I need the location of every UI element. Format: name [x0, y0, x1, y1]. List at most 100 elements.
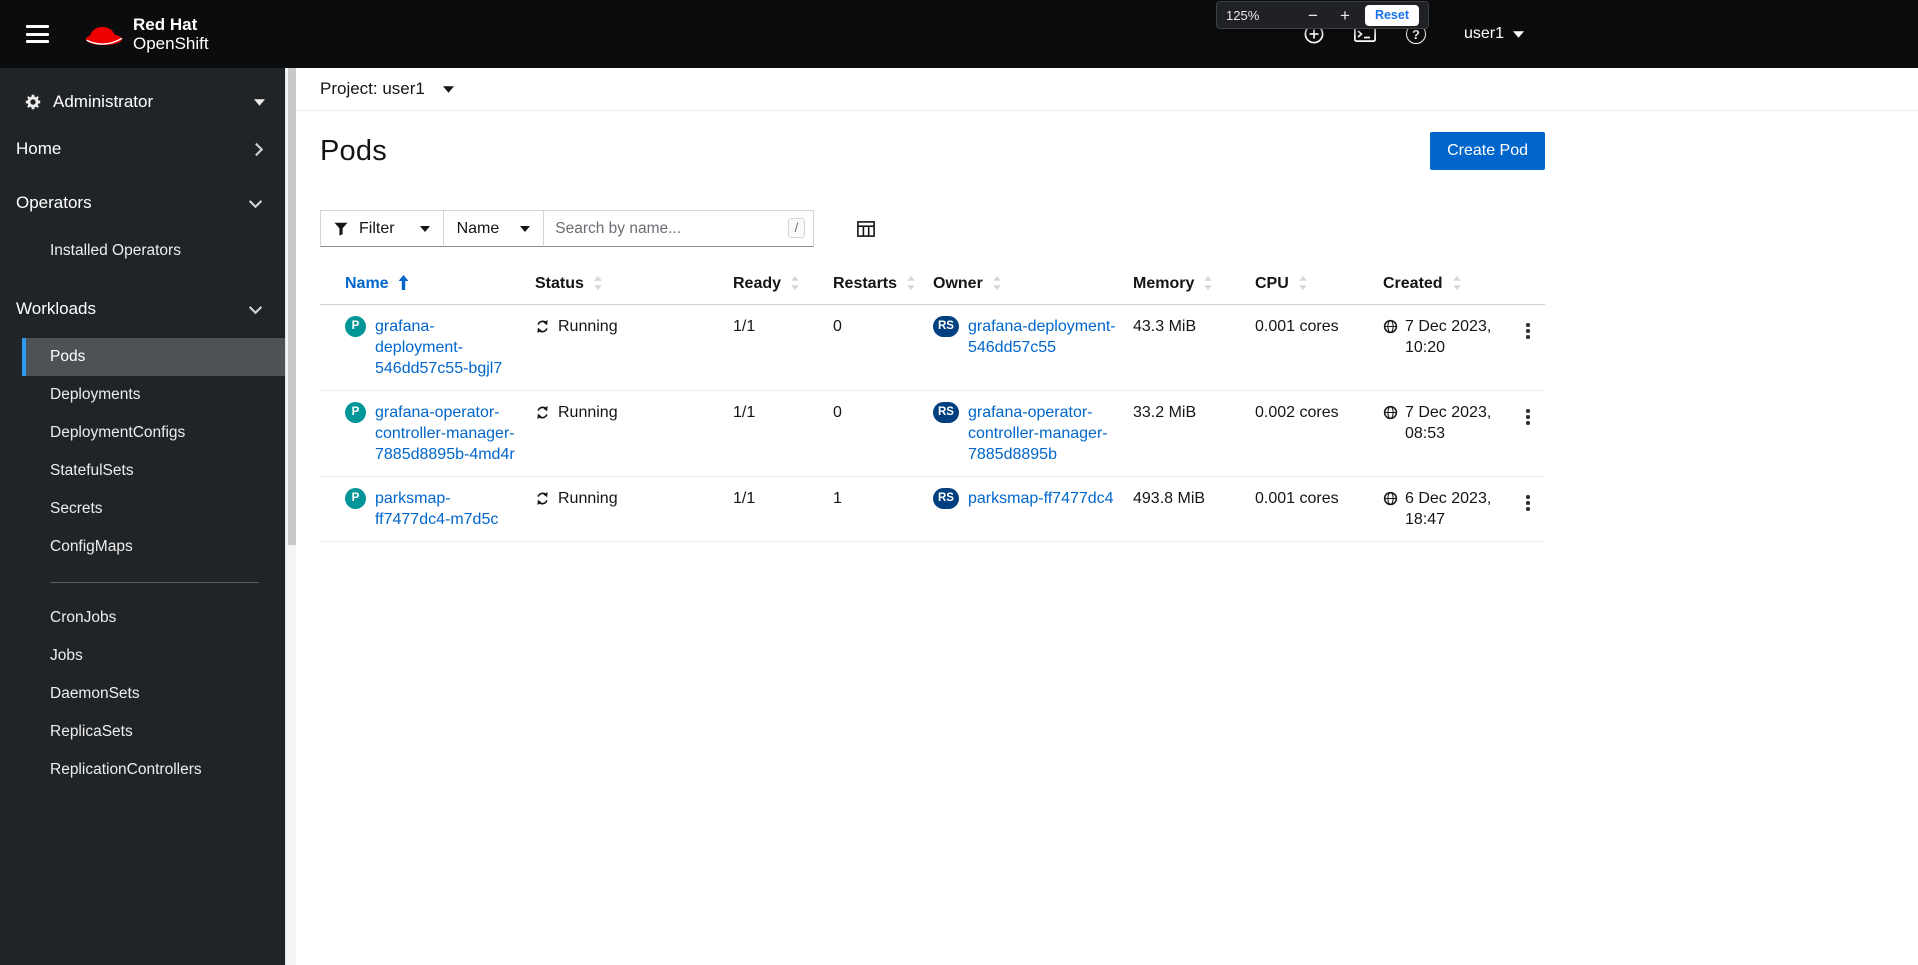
table-header-row: Name Status Ready Restarts Owner Memory CPU Cre… — [320, 263, 1545, 305]
caret-down-icon — [520, 225, 531, 232]
sidebar-item-secrets[interactable]: Secrets — [0, 490, 285, 528]
sidebar-section-operators[interactable]: Operators — [0, 176, 285, 230]
sidebar-item-jobs[interactable]: Jobs — [0, 637, 285, 675]
user-menu-label: user1 — [1463, 25, 1504, 42]
sidebar-scrollbar[interactable] — [285, 68, 296, 965]
redhat-openshift-brand: Red Hat OpenShift — [81, 15, 209, 53]
sidebar-item-cronjobs[interactable]: CronJobs — [0, 599, 285, 637]
gear-icon — [25, 94, 41, 110]
sidebar-item-daemonsets[interactable]: DaemonSets — [0, 675, 285, 713]
memory-cell: 43.3 MiB — [1125, 304, 1247, 391]
memory-cell: 493.8 MiB — [1125, 476, 1247, 542]
zoom-out-button[interactable]: − — [1301, 7, 1325, 24]
masthead: Red Hat OpenShift ? user1 — [0, 0, 1918, 68]
column-label: Ready — [733, 275, 782, 292]
sidebar-item-deploymentconfigs[interactable]: DeploymentConfigs — [0, 414, 285, 452]
owner-cell: RS grafana-operator-controller-manager-78… — [925, 390, 1125, 477]
column-management-button[interactable] — [853, 217, 879, 241]
sidebar-item-replicationcontrollers[interactable]: ReplicationControllers — [0, 751, 285, 789]
pod-row: Pgrafana-deployment-546dd57c55-bgjl7 Runn… — [320, 304, 1545, 391]
name-cell: Pgrafana-operator-controller-manager-788… — [320, 390, 527, 477]
column-label: Owner — [933, 275, 983, 292]
sortable-icon — [1452, 276, 1461, 290]
actions-cell — [1508, 390, 1545, 477]
name-cell: Pgrafana-deployment-546dd57c55-bgjl7 — [320, 304, 527, 391]
column-label: Created — [1383, 275, 1443, 292]
search-input[interactable] — [543, 210, 815, 247]
pod-name-link[interactable]: parksmap-ff7477dc4-m7d5c — [375, 488, 519, 530]
column-header-name[interactable]: Name — [320, 263, 527, 305]
column-header-memory[interactable]: Memory — [1125, 263, 1247, 305]
created-text: 7 Dec 2023, 08:53 — [1405, 404, 1492, 442]
globe-timestamp-icon — [1383, 319, 1398, 334]
sidebar-section-home[interactable]: Home — [0, 122, 285, 176]
zoom-level: 125% — [1226, 7, 1260, 23]
filter-dropdown[interactable]: Filter — [320, 210, 444, 247]
memory-cell: 33.2 MiB — [1125, 390, 1247, 477]
column-label: CPU — [1255, 275, 1289, 292]
created-text: 7 Dec 2023, 10:20 — [1405, 318, 1492, 356]
column-header-owner[interactable]: Owner — [925, 263, 1125, 305]
kebab-menu-button[interactable] — [1516, 488, 1540, 518]
cpu-cell: 0.001 cores — [1247, 304, 1375, 391]
sidebar-item-deployments[interactable]: Deployments — [0, 376, 285, 414]
replicaset-badge: RS — [933, 316, 959, 337]
pod-name-link[interactable]: grafana-operator-controller-manager-7885… — [375, 402, 519, 465]
replicaset-badge: RS — [933, 488, 959, 509]
sidebar-item-statefulsets[interactable]: StatefulSets — [0, 452, 285, 490]
project-bar: Project: user1 — [296, 68, 1918, 111]
name-cell: Pparksmap-ff7477dc4-m7d5c — [320, 476, 527, 542]
sidebar-section-workloads[interactable]: Workloads — [0, 282, 285, 336]
sidebar-item-installed-operators[interactable]: Installed Operators — [0, 232, 285, 270]
replicaset-badge: RS — [933, 402, 959, 423]
created-cell: 6 Dec 2023, 18:47 — [1375, 476, 1508, 542]
status-cell: Running — [527, 304, 725, 391]
column-header-status[interactable]: Status — [527, 263, 725, 305]
globe-timestamp-icon — [1383, 491, 1398, 506]
column-header-restarts[interactable]: Restarts — [825, 263, 925, 305]
ready-cell: 1/1 — [725, 476, 825, 542]
kebab-menu-button[interactable] — [1516, 316, 1540, 346]
nav-section-label: Home — [16, 139, 62, 158]
zoom-in-button[interactable]: + — [1333, 7, 1357, 24]
column-label: Memory — [1133, 275, 1195, 292]
sidebar-scrollbar-thumb[interactable] — [287, 68, 296, 545]
pod-row: Pparksmap-ff7477dc4-m7d5c Running 1/1 1 RS pa… — [320, 476, 1545, 542]
column-header-ready[interactable]: Ready — [725, 263, 825, 305]
ready-cell: 1/1 — [725, 304, 825, 391]
running-sync-icon — [537, 320, 548, 333]
pod-name-link[interactable]: grafana-deployment-546dd57c55-bgjl7 — [375, 316, 519, 379]
sidebar-item-replicasets[interactable]: ReplicaSets — [0, 713, 285, 751]
kebab-menu-button[interactable] — [1516, 402, 1540, 432]
sidebar-item-configmaps[interactable]: ConfigMaps — [0, 528, 285, 566]
project-selector-label: Project: user1 — [320, 79, 425, 98]
caret-down-icon — [442, 85, 454, 93]
nav-section-label: Workloads — [16, 299, 96, 318]
running-sync-icon — [537, 492, 548, 505]
zoom-reset-button[interactable]: Reset — [1364, 4, 1419, 26]
project-selector[interactable]: Project: user1 — [320, 79, 454, 99]
caret-down-icon — [254, 98, 265, 106]
filter-dropdown-label: Filter — [359, 219, 395, 237]
attribute-dropdown[interactable]: Name — [442, 210, 545, 247]
user-menu[interactable]: user1 — [1458, 24, 1530, 44]
create-pod-button[interactable]: Create Pod — [1430, 132, 1545, 170]
ready-cell: 1/1 — [725, 390, 825, 477]
hamburger-menu-icon[interactable] — [20, 19, 55, 49]
column-header-cpu[interactable]: CPU — [1247, 263, 1375, 305]
restarts-cell: 1 — [825, 476, 925, 542]
column-header-created[interactable]: Created — [1375, 263, 1508, 305]
column-header-actions — [1508, 263, 1545, 305]
cpu-cell: 0.002 cores — [1247, 390, 1375, 477]
perspective-switcher[interactable]: Administrator — [0, 68, 285, 122]
column-label: Status — [535, 275, 584, 292]
perspective-label: Administrator — [53, 92, 154, 111]
table-columns-icon — [857, 220, 876, 237]
search-shortcut-hint: / — [787, 218, 806, 238]
owner-link[interactable]: grafana-deployment-546dd57c55 — [968, 316, 1117, 358]
sidebar-item-pods[interactable]: Pods — [22, 338, 285, 376]
owner-cell: RS grafana-deployment-546dd57c55 — [925, 304, 1125, 391]
owner-link[interactable]: grafana-operator-controller-manager-7885… — [968, 402, 1117, 465]
owner-link[interactable]: parksmap-ff7477dc4 — [968, 488, 1114, 509]
chevron-down-icon — [248, 199, 263, 208]
